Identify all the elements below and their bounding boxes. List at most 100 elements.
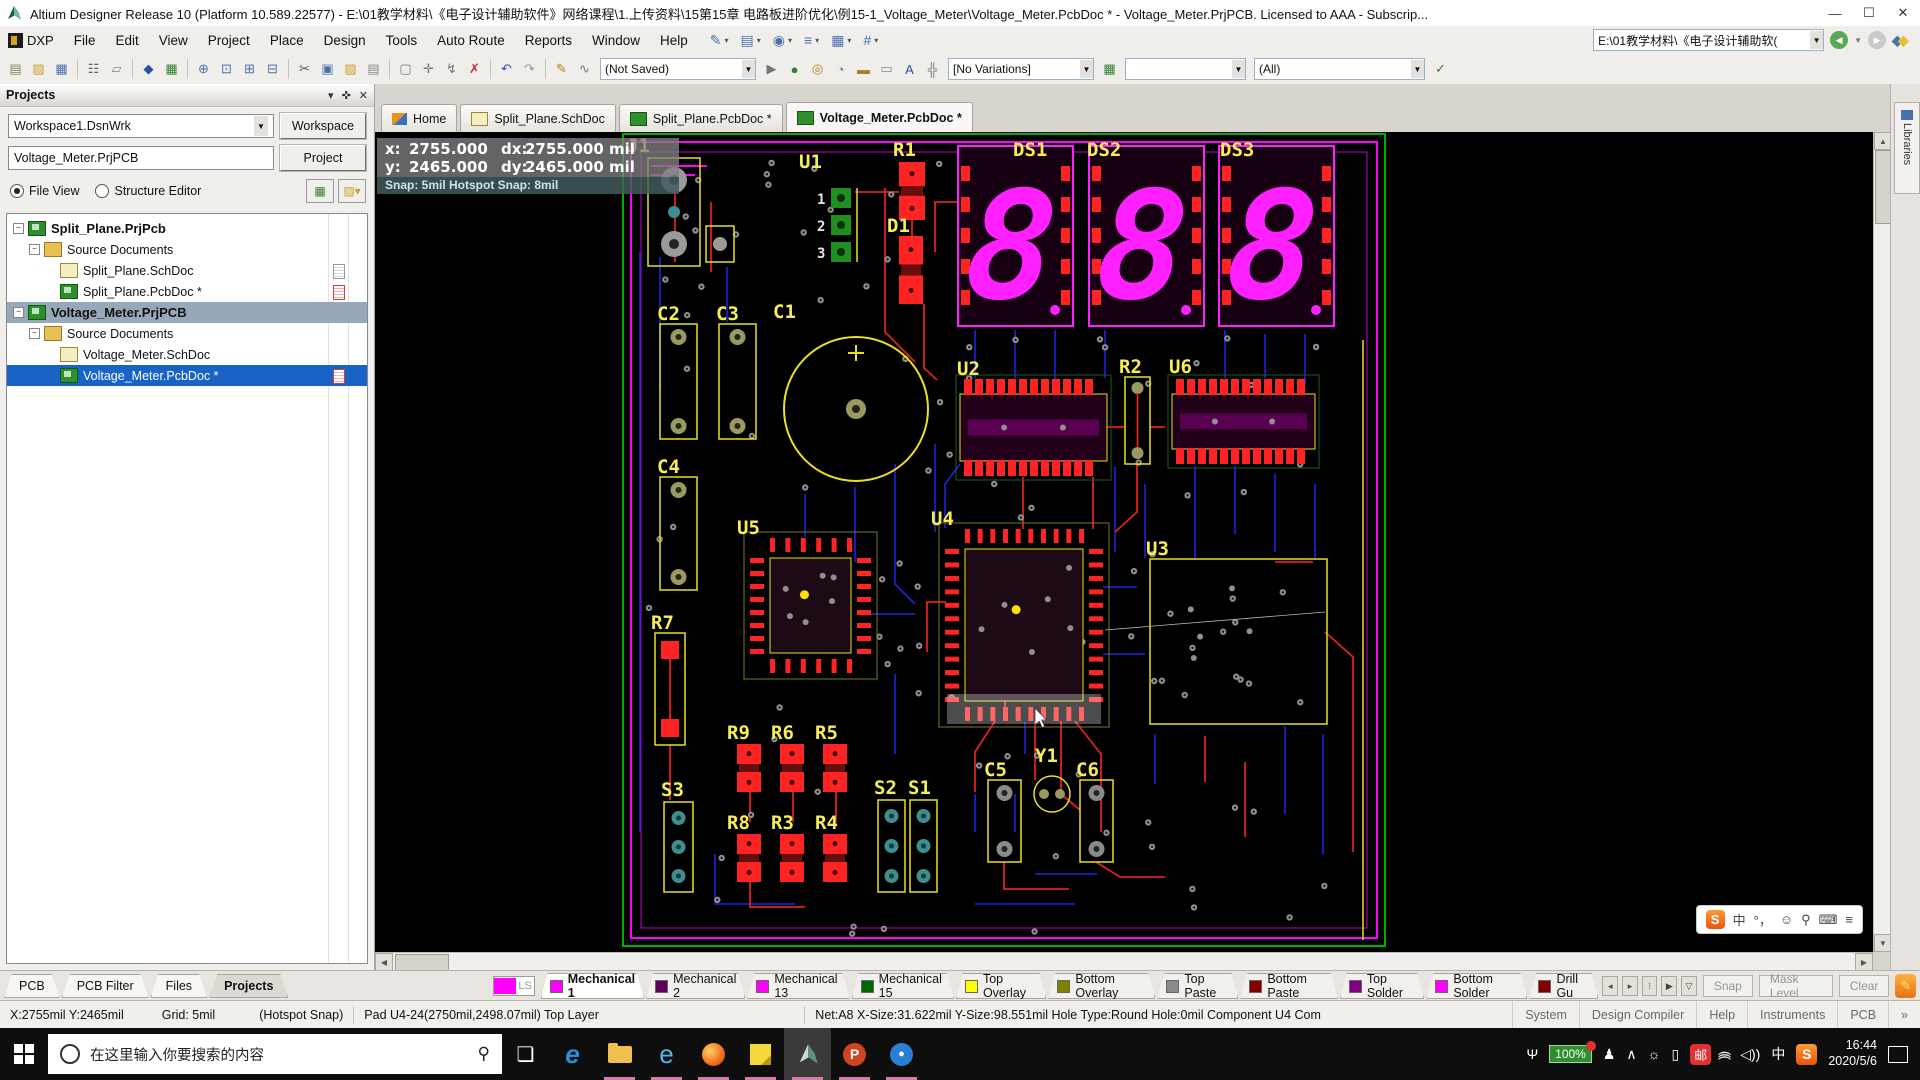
minimize-button[interactable]: — xyxy=(1818,1,1852,25)
cut-icon[interactable]: ✂ xyxy=(293,58,316,80)
component-DS2[interactable]: DS2 xyxy=(1087,139,1121,161)
menu-place[interactable]: Place xyxy=(260,30,314,51)
chevron-down-icon[interactable]: ▾ xyxy=(328,89,334,102)
powerpoint-icon[interactable]: P xyxy=(831,1028,878,1080)
doc-tab-split-plane-schdoc[interactable]: Split_Plane.SchDoc xyxy=(460,104,615,132)
component-C2[interactable]: C2 xyxy=(657,303,680,325)
copy-icon[interactable]: ▣ xyxy=(316,58,339,80)
sogou-mini-icon[interactable]: ✎ xyxy=(1895,974,1916,998)
new-document-icon[interactable]: ▤ xyxy=(4,58,27,80)
browse-pcb-icon[interactable]: ▦ xyxy=(160,58,183,80)
menu-design[interactable]: Design xyxy=(314,30,376,51)
structure-editor-radio[interactable]: Structure Editor xyxy=(95,184,201,198)
component-R2[interactable]: R2 xyxy=(1119,356,1142,378)
battery-icon[interactable]: ▯ xyxy=(1672,1046,1680,1063)
component-C3[interactable]: C3 xyxy=(716,303,739,325)
ime-mode-icon[interactable]: 中 xyxy=(1733,910,1746,929)
snap-button[interactable]: Snap xyxy=(1703,975,1753,997)
interactive-route-icon[interactable]: ✎ xyxy=(550,58,573,80)
maximize-button[interactable]: ☐ xyxy=(1852,1,1886,25)
apply-filter-icon[interactable]: ✓ xyxy=(1429,58,1452,80)
empty-combo[interactable]: ▼ xyxy=(1125,58,1246,80)
sogou-tray-icon[interactable]: S xyxy=(1796,1044,1817,1065)
tree-item[interactable]: Voltage_Meter.SchDoc xyxy=(7,344,367,365)
saved-state-combo[interactable]: (Not Saved)▼ xyxy=(600,58,756,80)
layer-tab-bottom-solder[interactable]: Bottom Solder xyxy=(1426,973,1527,999)
mic-icon[interactable]: ⚲ xyxy=(478,1044,490,1064)
taskbar-search-input[interactable]: 在这里输入你要搜索的内容 ⚲ xyxy=(48,1034,502,1074)
component-D1[interactable]: D1 xyxy=(887,215,910,237)
tree-item[interactable]: −Source Documents xyxy=(7,323,367,344)
place-dimension-icon[interactable]: ╬ xyxy=(921,58,944,80)
component-U4[interactable]: U4 xyxy=(931,508,954,530)
clear-filter-icon[interactable]: ✗ xyxy=(463,58,486,80)
panel-tab-pcb[interactable]: PCB xyxy=(4,974,60,998)
component-R6[interactable]: R6 xyxy=(771,722,794,744)
zoom-area-icon[interactable]: ⊞ xyxy=(238,58,261,80)
component-R5[interactable]: R5 xyxy=(815,722,838,744)
video-app-icon[interactable]: ● xyxy=(878,1028,925,1080)
print-preview-icon[interactable]: ▱ xyxy=(105,58,128,80)
forward-icon[interactable]: ▶ xyxy=(1868,31,1886,49)
redo-icon[interactable]: ↷ xyxy=(518,58,541,80)
layer-tab-bottom-paste[interactable]: Bottom Paste xyxy=(1240,973,1338,999)
layer-tab-bottom-overlay[interactable]: Bottom Overlay xyxy=(1048,973,1155,999)
menu-view[interactable]: View xyxy=(149,30,198,51)
layer-tab-top-overlay[interactable]: Top Overlay xyxy=(956,973,1046,999)
component-R8[interactable]: R8 xyxy=(727,812,750,834)
filter-icon[interactable]: ◆ xyxy=(137,58,160,80)
variations-combo[interactable]: [No Variations]▼ xyxy=(948,58,1094,80)
emoji-icon[interactable]: ☺ xyxy=(1780,912,1793,927)
layer-tab-mechanical-15[interactable]: Mechanical 15 xyxy=(852,973,954,999)
find-similar-icon[interactable]: ∿ xyxy=(573,58,596,80)
scope-combo[interactable]: (All)▼ xyxy=(1254,58,1425,80)
panel-tab-files[interactable]: Files xyxy=(151,974,207,998)
component-U3[interactable]: U3 xyxy=(1146,538,1169,560)
people-icon[interactable]: ♟ xyxy=(1603,1046,1616,1063)
sticky-notes-icon[interactable] xyxy=(737,1028,784,1080)
align-icon[interactable]: ≡▾ xyxy=(804,32,819,49)
placement-arrow-icon[interactable]: ▶ xyxy=(760,58,783,80)
layer-scroll-right-icon[interactable]: ▸ xyxy=(1622,976,1638,996)
status-menu-system[interactable]: System xyxy=(1512,1001,1579,1029)
back-dropdown-icon[interactable]: ▼ xyxy=(1854,36,1862,45)
speaker-icon[interactable]: ◁)) xyxy=(1740,1046,1760,1063)
workspace-button[interactable]: Workspace xyxy=(280,113,366,139)
vertical-scrollbar[interactable]: ▲ ▼ xyxy=(1873,132,1891,952)
ie-icon[interactable]: e xyxy=(643,1028,690,1080)
menu-file[interactable]: File xyxy=(64,30,106,51)
layer-set-box[interactable]: LS xyxy=(493,976,534,996)
punctuation-icon[interactable]: °， xyxy=(1754,910,1772,929)
pcb-canvas[interactable]: J1123U1R1D18DS18DS28DS3C2C3C1C4U2R2U6U5U… xyxy=(375,132,1873,952)
altium-icon[interactable] xyxy=(784,1028,831,1080)
layer-tab-top-solder[interactable]: Top Solder xyxy=(1340,973,1424,999)
tree-item[interactable]: −Source Documents xyxy=(7,239,367,260)
layer-tab-mechanical-1[interactable]: Mechanical 1 xyxy=(541,973,644,999)
project-field[interactable]: Voltage_Meter.PrjPCB xyxy=(8,146,274,170)
menu-project[interactable]: Project xyxy=(198,30,260,51)
tree-item[interactable]: Split_Plane.SchDoc xyxy=(7,260,367,281)
clock[interactable]: 16:442020/5/6 xyxy=(1828,1038,1877,1069)
ime-indicator[interactable]: 中 xyxy=(1771,1044,1785,1064)
place-fill-icon[interactable]: ▬ xyxy=(852,58,875,80)
component-R4[interactable]: R4 xyxy=(815,812,838,834)
keyboard-icon[interactable]: ⌨ xyxy=(1819,912,1838,928)
place-string-icon[interactable]: A xyxy=(898,58,921,80)
doc-tab-voltage-meter-pcbdoc-[interactable]: Voltage_Meter.PcbDoc * xyxy=(786,102,973,132)
zoom-document-icon[interactable]: ⊡ xyxy=(215,58,238,80)
component-U2[interactable]: U2 xyxy=(957,358,980,380)
expander-icon[interactable]: − xyxy=(29,244,40,255)
workspace-combo[interactable]: Workspace1.DsnWrk▼ xyxy=(8,114,274,138)
component-R3[interactable]: R3 xyxy=(771,812,794,834)
favorites-icon[interactable]: ◆◆ xyxy=(1892,31,1910,49)
component-R7[interactable]: R7 xyxy=(651,612,674,634)
component-U1[interactable]: U1 xyxy=(799,151,822,173)
close-button[interactable]: ✕ xyxy=(1886,1,1920,25)
wiring-icon[interactable]: ▤▾ xyxy=(741,32,761,49)
panel-tab-pcb-filter[interactable]: PCB Filter xyxy=(62,974,149,998)
save-icon[interactable]: ▦ xyxy=(50,58,73,80)
tree-item[interactable]: Split_Plane.PcbDoc * xyxy=(7,281,367,302)
component-S1[interactable]: S1 xyxy=(908,777,931,799)
sogou-ime-bar[interactable]: S 中°，☺⚲⌨≡ xyxy=(1696,905,1863,934)
battery-status[interactable]: 100% xyxy=(1549,1045,1592,1063)
